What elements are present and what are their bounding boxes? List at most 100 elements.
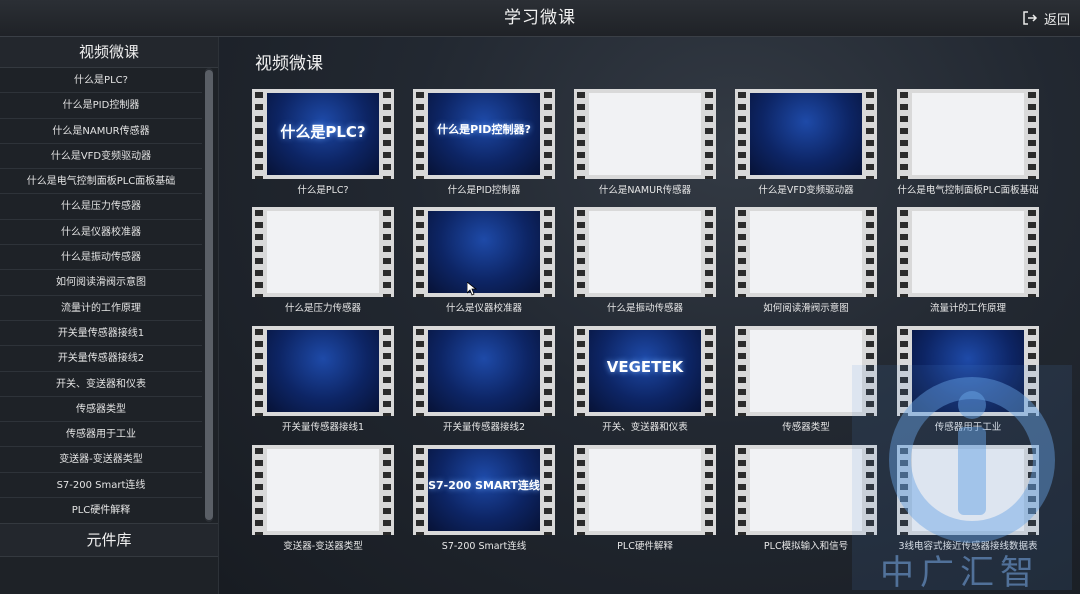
sidebar-item[interactable]: S7-200 Smart连线 [0, 473, 202, 499]
video-card[interactable]: 什么是VFD变频驱动器 [735, 89, 877, 199]
film-strip-icon [1025, 207, 1039, 297]
sidebar-item[interactable]: 如何阅读滑阀示意图 [0, 270, 202, 296]
sidebar-item[interactable]: 什么是PID控制器 [0, 93, 202, 119]
video-card[interactable]: 开关量传感器接线1 [252, 326, 394, 436]
video-thumbnail[interactable] [574, 207, 716, 297]
video-card[interactable]: 如何阅读滑阀示意图 [735, 207, 877, 317]
video-card[interactable]: 变送器-变送器类型 [252, 445, 394, 555]
video-card[interactable]: PLC硬件解释 [574, 445, 716, 555]
sidebar-item[interactable]: 什么是压力传感器 [0, 194, 202, 220]
main-panel: 视频微课 什么是PLC? 什么是PLC? 什么是PID控制器? 什么是PID控制器 什么… [219, 37, 1080, 594]
video-card[interactable]: 什么是压力传感器 [252, 207, 394, 317]
back-button[interactable]: 返回 [1022, 8, 1070, 28]
thumbnail-screen: 什么是PLC? [267, 93, 379, 175]
video-caption: 开关量传感器接线2 [442, 422, 526, 433]
sidebar-item[interactable]: 什么是仪器校准器 [0, 220, 202, 246]
video-thumbnail[interactable] [735, 89, 877, 179]
video-card[interactable]: 什么是仪器校准器 [413, 207, 555, 317]
film-strip-icon [574, 207, 588, 297]
film-strip-icon [252, 207, 266, 297]
sidebar-item[interactable]: 什么是PLC? [0, 68, 202, 94]
sidebar-item[interactable]: 传感器用于工业 [0, 422, 202, 448]
sidebar-list: 什么是PLC? 什么是PID控制器 什么是NAMUR传感器 什么是VFD变频驱动器 什么… [0, 68, 202, 522]
film-strip-icon [574, 326, 588, 416]
sidebar-scrollbar[interactable] [205, 68, 213, 522]
film-strip-icon [413, 89, 427, 179]
video-caption: 什么是PLC? [297, 185, 349, 196]
film-strip-icon [252, 326, 266, 416]
sidebar-item[interactable]: 开关量传感器接线1 [0, 321, 202, 347]
video-thumbnail[interactable] [413, 326, 555, 416]
sidebar-header[interactable]: 视频微课 [0, 37, 218, 68]
sidebar-item[interactable]: 变送器-变送器类型 [0, 447, 202, 473]
sidebar: 视频微课 什么是PLC? 什么是PID控制器 什么是NAMUR传感器 什么是VFD变频… [0, 37, 219, 594]
sidebar-item[interactable]: 什么是NAMUR传感器 [0, 119, 202, 144]
scrollbar-thumb[interactable] [205, 70, 213, 520]
video-caption: 传感器用于工业 [934, 422, 1002, 433]
video-caption: 什么是电气控制面板PLC面板基础 [897, 185, 1039, 196]
sidebar-item[interactable]: 流量计的工作原理 [0, 296, 202, 321]
mouse-pointer-icon [467, 282, 477, 296]
sidebar-item[interactable]: 开关、变送器和仪表 [0, 372, 202, 397]
sidebar-item[interactable]: PLC硬件解释 [0, 498, 202, 522]
back-label: 返回 [1043, 12, 1070, 28]
film-strip-icon [863, 326, 877, 416]
video-card[interactable]: 3线电容式接近传感器接线数据表 [897, 445, 1039, 555]
video-card[interactable]: 什么是PID控制器? 什么是PID控制器 [413, 89, 555, 199]
film-strip-icon [735, 326, 749, 416]
video-caption: 什么是压力传感器 [284, 303, 361, 314]
video-thumbnail[interactable] [897, 89, 1039, 179]
video-card[interactable]: S7-200 SMART连线 S7-200 Smart连线 [413, 445, 555, 555]
film-strip-icon [541, 89, 555, 179]
video-caption: 如何阅读滑阀示意图 [763, 303, 849, 314]
sidebar-item[interactable]: 什么是振动传感器 [0, 245, 202, 271]
video-thumbnail[interactable] [574, 89, 716, 179]
sidebar-item[interactable]: 什么是VFD变频驱动器 [0, 144, 202, 170]
video-thumbnail[interactable] [252, 326, 394, 416]
video-thumbnail[interactable] [735, 326, 877, 416]
video-caption: 什么是仪器校准器 [445, 303, 522, 314]
film-strip-icon [413, 326, 427, 416]
video-thumbnail[interactable]: 什么是PLC? [252, 89, 394, 179]
video-card[interactable]: 什么是NAMUR传感器 [574, 89, 716, 199]
film-strip-icon [702, 326, 716, 416]
video-card[interactable]: 传感器用于工业 [897, 326, 1039, 436]
video-thumbnail[interactable] [735, 445, 877, 535]
watermark-text: 中广汇智 [880, 553, 1040, 593]
film-strip-icon [897, 326, 911, 416]
film-strip-icon [863, 445, 877, 535]
sidebar-item[interactable]: 开关量传感器接线2 [0, 346, 202, 372]
film-strip-icon [413, 207, 427, 297]
thumbnail-title: VEGETEK [606, 358, 684, 376]
video-thumbnail[interactable] [897, 445, 1039, 535]
video-thumbnail[interactable]: S7-200 SMART连线 [413, 445, 555, 535]
film-strip-icon [541, 207, 555, 297]
video-card[interactable]: 流量计的工作原理 [897, 207, 1039, 317]
film-strip-icon [1025, 445, 1039, 535]
video-card[interactable]: 什么是PLC? 什么是PLC? [252, 89, 394, 199]
video-thumbnail[interactable]: VEGETEK [574, 326, 716, 416]
video-card[interactable]: 开关量传感器接线2 [413, 326, 555, 436]
sidebar-component-library[interactable]: 元件库 [0, 523, 218, 557]
video-card[interactable]: 什么是振动传感器 [574, 207, 716, 317]
video-thumbnail[interactable] [574, 445, 716, 535]
thumbnail-screen: 什么是PID控制器? [428, 93, 540, 175]
film-strip-icon [380, 445, 394, 535]
video-thumbnail[interactable] [252, 207, 394, 297]
video-thumbnail[interactable] [413, 207, 555, 297]
video-thumbnail[interactable] [252, 445, 394, 535]
video-card[interactable]: 传感器类型 [735, 326, 877, 436]
video-card[interactable]: 什么是电气控制面板PLC面板基础 [897, 89, 1039, 199]
thumbnail-screen [589, 211, 701, 293]
video-thumbnail[interactable] [897, 207, 1039, 297]
thumbnail-screen [267, 449, 379, 531]
video-caption: 什么是NAMUR传感器 [598, 185, 692, 196]
video-thumbnail[interactable]: 什么是PID控制器? [413, 89, 555, 179]
film-strip-icon [702, 445, 716, 535]
video-thumbnail[interactable] [897, 326, 1039, 416]
video-thumbnail[interactable] [735, 207, 877, 297]
sidebar-item[interactable]: 传感器类型 [0, 397, 202, 423]
video-card[interactable]: VEGETEK 开关、变送器和仪表 [574, 326, 716, 436]
video-card[interactable]: PLC模拟输入和信号 [735, 445, 877, 555]
sidebar-item[interactable]: 什么是电气控制面板PLC面板基础 [0, 169, 202, 195]
